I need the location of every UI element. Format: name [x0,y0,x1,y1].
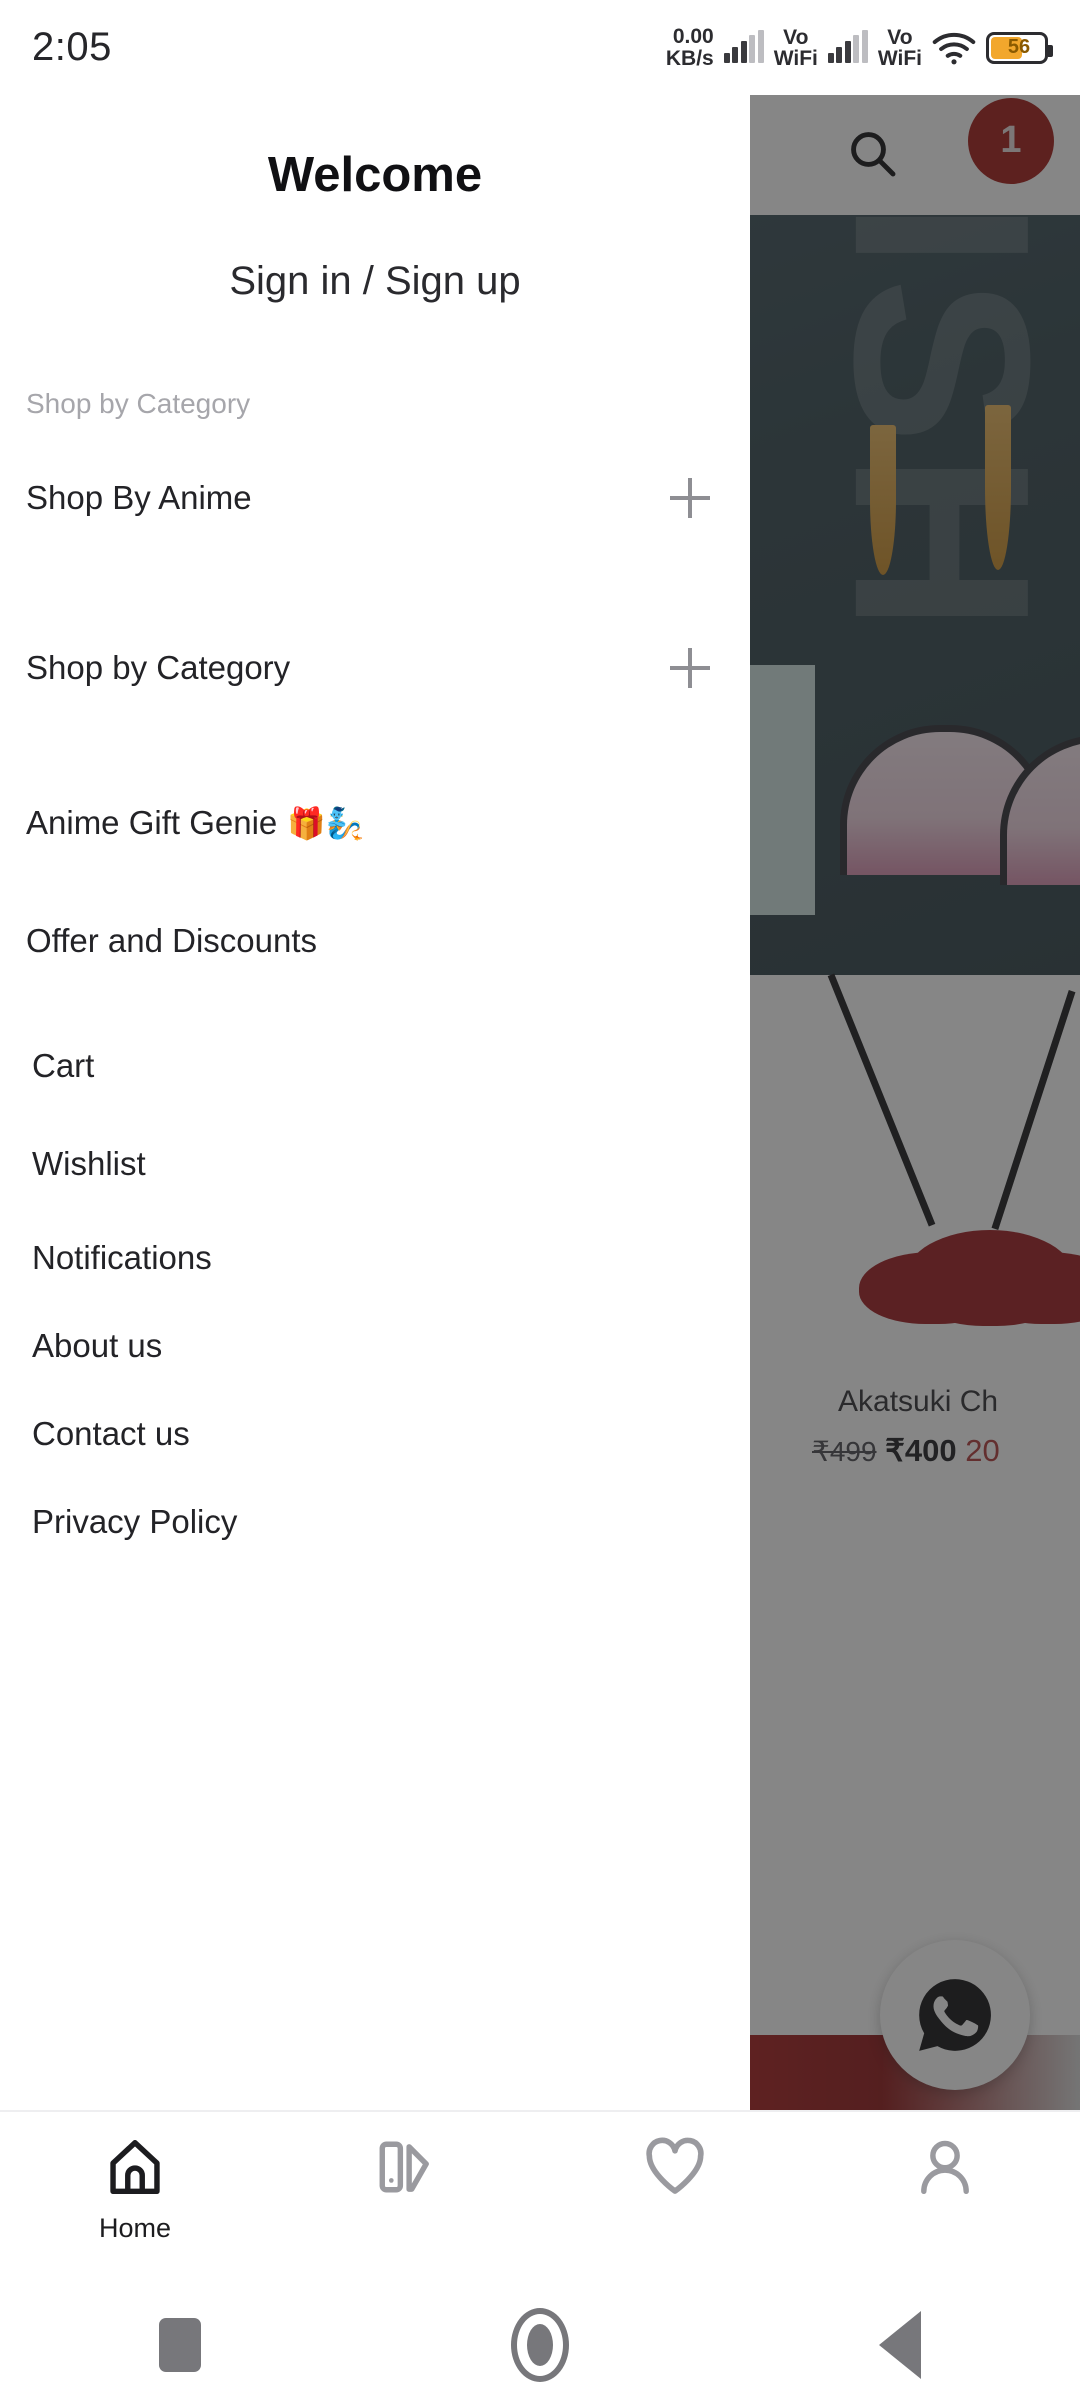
battery-icon: 56 [986,31,1053,64]
network-speed-unit: KB/s [665,46,714,70]
drawer-item-contact-us[interactable]: Contact us [0,1394,750,1474]
network-speed-indicator: 0.00 KB/s [666,26,714,69]
gift-genie-emoji-icon: 🎁🧞 [287,805,365,841]
recents-square-icon[interactable] [0,2318,360,2372]
bottom-nav-item-categories[interactable] [270,2136,540,2203]
bottom-nav-item-profile[interactable] [810,2136,1080,2203]
android-navigation-bar [0,2290,1080,2400]
drawer-item-label: Anime Gift Genie [26,804,278,841]
bottom-navigation-bar: Home [0,2110,1080,2290]
status-bar: 2:05 0.00 KB/s Vo WiFi Vo WiFi 56 [0,0,1080,95]
battery-percent-label: 56 [1007,36,1031,58]
bottom-nav-label-home: Home [98,2213,172,2243]
network-speed-value: 0.00 [672,25,714,49]
drawer-item-notifications[interactable]: Notifications [0,1218,750,1298]
home-circle-icon[interactable] [360,2308,720,2382]
drawer-item-label: Wishlist [32,1145,146,1182]
drawer-item-shop-by-anime[interactable]: Shop By Anime [0,448,750,548]
status-time: 2:05 [32,25,112,69]
drawer-item-anime-gift-genie[interactable]: Anime Gift Genie 🎁🧞 [0,780,750,866]
drawer-item-label: Privacy Policy [32,1503,238,1540]
volte-sim1-indicator: Vo WiFi [774,27,818,69]
bottom-nav-item-wishlist[interactable] [540,2136,810,2201]
volte-label-bottom: WiFi [877,46,922,70]
home-icon [104,2136,166,2203]
volte-sim2-indicator: Vo WiFi [878,27,922,69]
drawer-item-label: Offer and Discounts [26,922,318,959]
signal-bars-sim2-icon [827,29,868,63]
volte-label-top: Vo [783,25,809,49]
status-icons: 0.00 KB/s Vo WiFi Vo WiFi 56 [666,26,1053,69]
drawer-item-shop-by-category[interactable]: Shop by Category [0,618,750,718]
sign-in-sign-up-link[interactable]: Sign in / Sign up [0,259,750,304]
bottom-nav-item-home[interactable]: Home [0,2136,270,2244]
drawer-item-about-us[interactable]: About us [0,1306,750,1386]
drawer-item-label: Shop by Category [26,649,291,686]
drawer-item-label: Shop By Anime [26,479,252,516]
drawer-item-label: Contact us [32,1415,190,1452]
volte-label-top: Vo [887,25,913,49]
drawer-welcome-title: Welcome [267,148,483,202]
phone-screen: 1 WISH Akatsuki Ch ₹499 ₹400 20 [0,0,1080,2400]
drawer-item-cart[interactable]: Cart [0,1026,750,1106]
back-triangle-icon[interactable] [720,2311,1080,2379]
signal-bars-sim1-icon [723,29,764,63]
plus-icon[interactable] [670,648,710,688]
person-icon [914,2136,976,2203]
wifi-icon [932,32,976,64]
shop-by-category-section-label: Shop by Category [26,388,251,419]
plus-icon[interactable] [670,478,710,518]
drawer-item-label: Cart [32,1047,95,1084]
volte-label-bottom: WiFi [773,46,818,70]
categories-icon [374,2136,436,2203]
drawer-item-wishlist[interactable]: Wishlist [0,1124,750,1204]
drawer-item-label: Notifications [32,1239,212,1276]
heart-icon [643,2136,707,2201]
drawer-item-offer-and-discounts[interactable]: Offer and Discounts [0,898,750,984]
drawer-item-privacy-policy[interactable]: Privacy Policy [0,1482,750,1562]
navigation-drawer: Welcome Sign in / Sign up Shop by Catego… [0,95,750,2110]
drawer-item-label: About us [32,1327,163,1364]
